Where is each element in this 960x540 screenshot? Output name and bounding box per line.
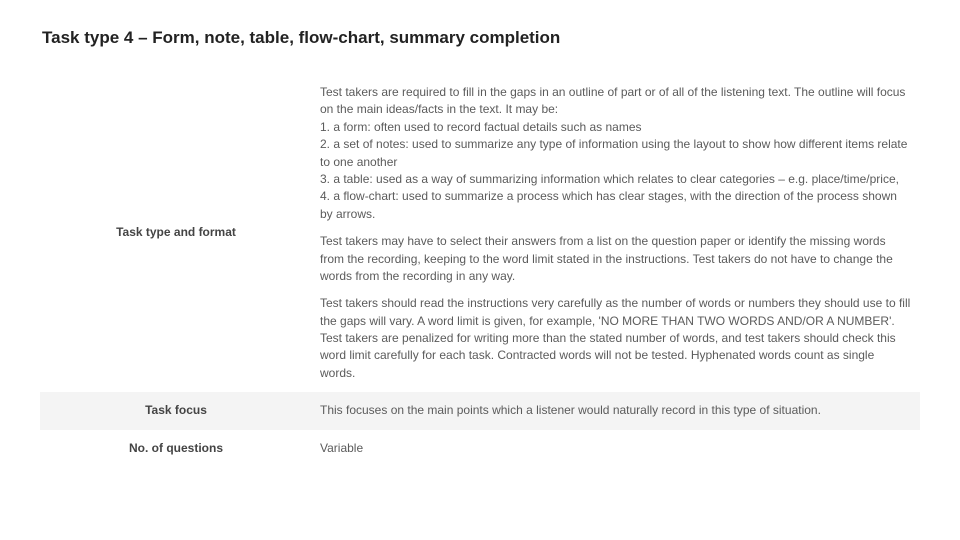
paragraph: Test takers may have to select their ans… xyxy=(320,233,912,285)
task-type-table: Task type and formatTest takers are requ… xyxy=(40,74,920,467)
paragraph: Variable xyxy=(320,440,912,457)
row-label: No. of questions xyxy=(40,430,310,467)
row-label: Task type and format xyxy=(40,74,310,392)
row-body: Variable xyxy=(310,430,920,467)
row-body: Test takers are required to fill in the … xyxy=(310,74,920,392)
row-body: This focuses on the main points which a … xyxy=(310,392,920,429)
paragraph: Test takers are required to fill in the … xyxy=(320,84,912,223)
paragraph: Test takers should read the instructions… xyxy=(320,295,912,382)
page-title: Task type 4 – Form, note, table, flow-ch… xyxy=(42,28,920,48)
row-label: Task focus xyxy=(40,392,310,429)
paragraph: This focuses on the main points which a … xyxy=(320,402,912,419)
